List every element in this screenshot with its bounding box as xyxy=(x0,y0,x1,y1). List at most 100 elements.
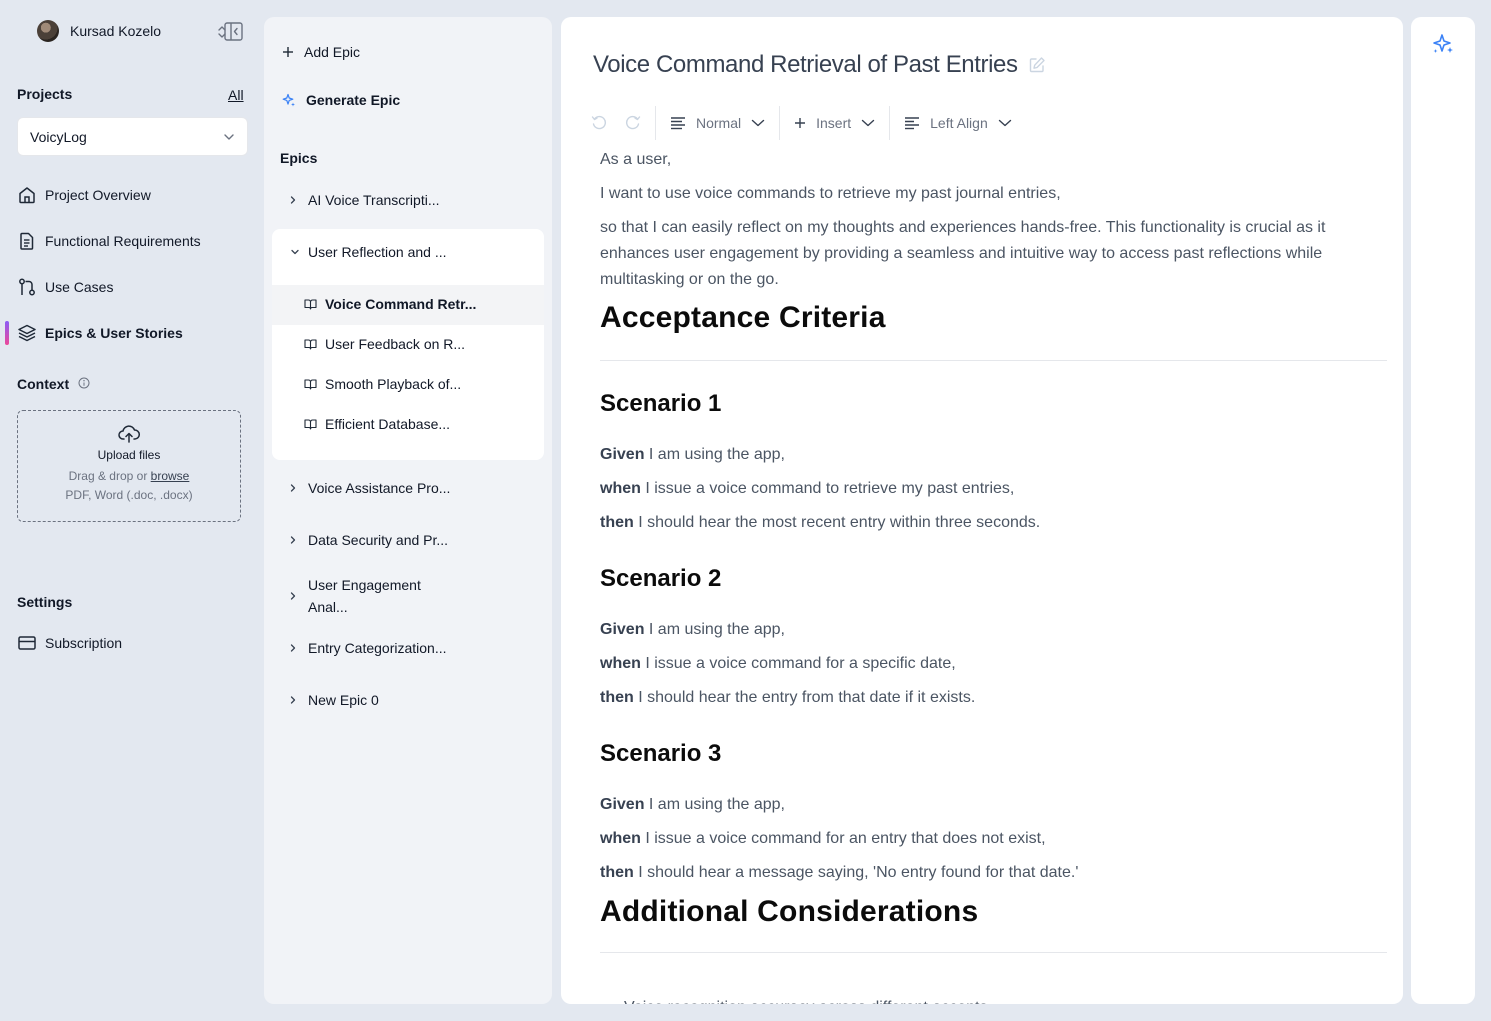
keyword: Given xyxy=(600,446,645,463)
keyword: then xyxy=(600,514,634,531)
chevron-right-icon xyxy=(290,195,300,205)
text-style-icon xyxy=(670,116,686,130)
document-icon xyxy=(17,231,37,251)
generate-epic-button[interactable]: Generate Epic xyxy=(282,92,400,108)
heading-acceptance-criteria: Acceptance Criteria xyxy=(600,301,886,334)
paragraph: I want to use voice commands to retrieve… xyxy=(600,185,1061,202)
step-text: I should hear a message saying, 'No entr… xyxy=(633,864,1079,881)
ai-assistant-panel xyxy=(1411,17,1475,1004)
add-epic-button[interactable]: Add Epic xyxy=(282,44,360,60)
chevron-right-icon xyxy=(290,643,300,653)
nav-project-overview[interactable]: Project Overview xyxy=(17,185,151,205)
browse-link[interactable]: browse xyxy=(151,469,190,483)
text-style-dropdown[interactable]: Normal xyxy=(670,115,765,131)
keyword: Given xyxy=(600,796,645,813)
epic-label: User Reflection and ... xyxy=(308,244,447,260)
toolbar-divider xyxy=(655,106,656,140)
epic-label: New Epic 0 xyxy=(308,692,379,708)
nav-label: Subscription xyxy=(45,635,123,651)
story-title-text: Voice Command Retrieval of Past Entries xyxy=(593,51,1018,78)
chevron-right-icon xyxy=(290,535,300,545)
align-dropdown[interactable]: Left Align xyxy=(904,115,1012,131)
redo-icon[interactable] xyxy=(625,115,641,131)
git-branch-icon xyxy=(17,277,37,297)
step-text: I am using the app, xyxy=(644,796,785,813)
story-item[interactable]: Efficient Database... xyxy=(304,416,450,432)
keyword: Given xyxy=(600,621,645,638)
epic-label: Data Security and Pr... xyxy=(308,532,449,548)
nav-use-cases[interactable]: Use Cases xyxy=(17,277,113,297)
context-heading: Context xyxy=(17,376,70,392)
epic-label: User Engagement Anal... xyxy=(308,577,421,615)
story-item[interactable]: User Feedback on R... xyxy=(304,336,465,352)
step-text: I should hear the most recent entry with… xyxy=(633,514,1041,531)
collapse-sidebar-icon[interactable] xyxy=(224,22,243,41)
chevron-down-icon xyxy=(290,249,300,255)
user-menu[interactable]: Kursad Kozelo xyxy=(37,20,226,42)
layers-icon xyxy=(17,323,37,343)
chevron-down-icon xyxy=(751,119,765,127)
active-indicator xyxy=(5,321,9,345)
step-text: I issue a voice command for a specific d… xyxy=(640,655,956,672)
scenario-then: then I should hear the most recent entry… xyxy=(600,510,1387,536)
scenario-given: Given I am using the app, xyxy=(600,617,1387,643)
story-label: Voice Command Retr... xyxy=(325,296,477,312)
epic-item[interactable]: Data Security and Pr... xyxy=(290,532,448,548)
upload-hint: Drag & drop or browse xyxy=(69,469,190,483)
credit-card-icon xyxy=(17,633,37,653)
insert-dropdown[interactable]: Insert xyxy=(794,115,875,131)
nav-subscription[interactable]: Subscription xyxy=(17,633,122,653)
keyword: when xyxy=(600,830,641,847)
nav-label: Functional Requirements xyxy=(45,233,201,249)
chevron-right-icon xyxy=(290,483,300,493)
add-epic-label: Add Epic xyxy=(304,44,361,60)
book-icon xyxy=(304,338,317,350)
generate-epic-label: Generate Epic xyxy=(306,92,401,108)
epics-panel: Add Epic Generate Epic Epics AI Voice Tr… xyxy=(264,17,552,1004)
nav-epics-user-stories[interactable]: Epics & User Stories xyxy=(17,323,183,343)
epic-item[interactable]: Voice Assistance Pro... xyxy=(290,480,450,496)
epic-item[interactable]: User Engagement Anal... xyxy=(290,574,448,618)
undo-icon[interactable] xyxy=(591,115,607,131)
epics-heading: Epics xyxy=(280,150,318,166)
plus-icon xyxy=(794,117,806,129)
paragraph: so that I can easily reflect on my thoug… xyxy=(600,219,1326,288)
epic-item[interactable]: New Epic 0 xyxy=(290,692,379,708)
divider xyxy=(600,360,1387,361)
upload-formats: PDF, Word (.doc, .docx) xyxy=(65,488,193,502)
scenario-given: Given I am using the app, xyxy=(600,442,1387,468)
list-item: Voice recognition accuracy across differ… xyxy=(608,995,992,1004)
insert-label: Insert xyxy=(816,115,852,131)
step-text: I should hear the entry from that date i… xyxy=(633,689,976,706)
keyword: when xyxy=(600,480,641,497)
project-select[interactable]: VoicyLog xyxy=(17,117,248,156)
heading-additional-considerations: Additional Considerations xyxy=(600,895,979,928)
keyword: then xyxy=(600,864,634,881)
scenario-when: when I issue a voice command for an entr… xyxy=(600,826,1387,852)
story-item-active[interactable]: Voice Command Retr... xyxy=(304,296,476,312)
keyword: when xyxy=(600,655,641,672)
edit-icon[interactable] xyxy=(1028,56,1046,74)
epic-item[interactable]: Entry Categorization... xyxy=(290,640,447,656)
file-upload-dropzone[interactable]: Upload files Drag & drop or browse PDF, … xyxy=(17,410,241,522)
epic-item[interactable]: AI Voice Transcripti... xyxy=(290,192,440,208)
editor-toolbar: Normal Insert Left Align xyxy=(591,106,1012,140)
story-item[interactable]: Smooth Playback of... xyxy=(304,376,461,392)
nav-label: Epics & User Stories xyxy=(45,325,183,341)
scenario-when: when I issue a voice command to retrieve… xyxy=(600,476,1387,502)
nav-functional-requirements[interactable]: Functional Requirements xyxy=(17,231,201,251)
chevron-down-icon xyxy=(998,119,1012,127)
story-label: User Feedback on R... xyxy=(325,336,466,352)
keyword: then xyxy=(600,689,634,706)
epic-item-expanded[interactable]: User Reflection and ... xyxy=(290,244,447,260)
upload-hint-text: Drag & drop or xyxy=(68,469,148,483)
ai-sparkle-icon[interactable] xyxy=(1431,32,1455,56)
info-icon[interactable] xyxy=(78,377,90,389)
align-value: Left Align xyxy=(930,115,988,131)
sparkle-icon xyxy=(282,93,296,107)
story-title[interactable]: Voice Command Retrieval of Past Entries xyxy=(593,51,1046,79)
all-projects-link[interactable]: All xyxy=(228,87,244,103)
toolbar-divider xyxy=(889,106,891,140)
scenario-given: Given I am using the app, xyxy=(600,792,1387,818)
scenario-then: then I should hear the entry from that d… xyxy=(600,685,1387,711)
